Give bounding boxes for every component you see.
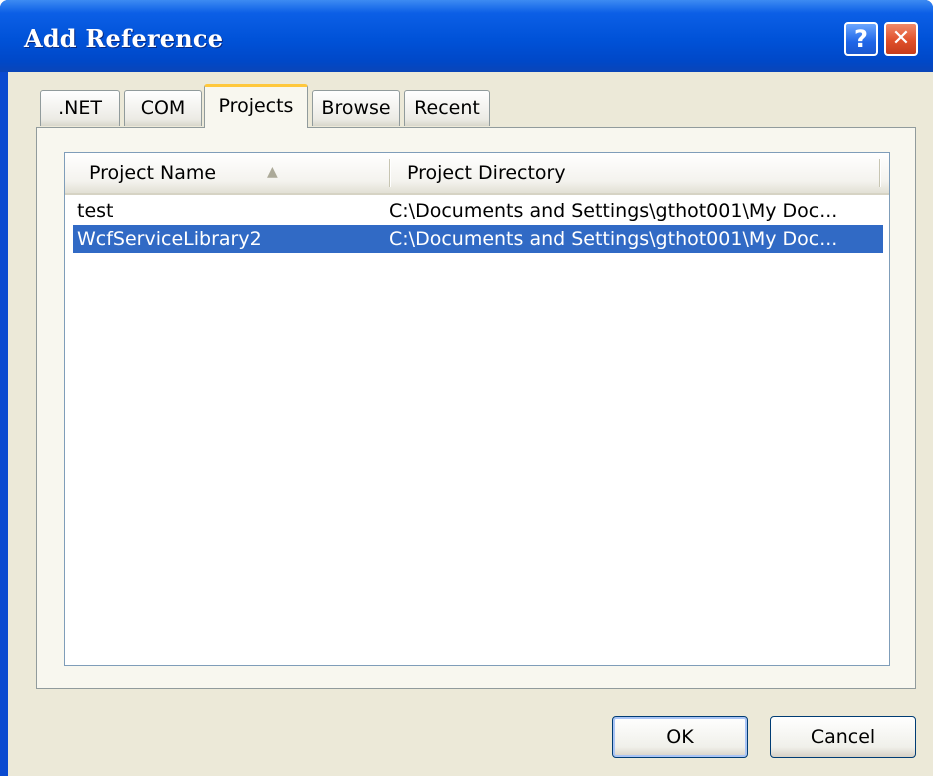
project-directory-cell: C:\Documents and Settings\gthot001\My Do… (389, 228, 838, 250)
tab-projects[interactable]: Projects (204, 84, 308, 128)
tab-browse[interactable]: Browse (312, 90, 400, 126)
tab-com[interactable]: COM (124, 90, 202, 126)
sort-ascending-icon: ▲ (267, 164, 278, 180)
ok-button[interactable]: OK (612, 716, 748, 758)
list-header: Project Name ▲ Project Directory (65, 153, 889, 195)
help-button[interactable]: ? (844, 22, 878, 56)
close-icon: ✕ (891, 26, 911, 51)
column-divider[interactable] (879, 159, 880, 187)
column-header-project-directory[interactable]: Project Directory (407, 153, 867, 193)
project-name-cell: WcfServiceLibrary2 (77, 228, 262, 250)
column-header-project-name[interactable]: Project Name ▲ (89, 153, 389, 193)
help-icon: ? (854, 25, 868, 53)
close-button[interactable]: ✕ (884, 22, 918, 56)
list-item-test[interactable]: test C:\Documents and Settings\gthot001\… (73, 197, 883, 225)
cancel-button[interactable]: Cancel (770, 716, 916, 758)
column-header-label: Project Name (89, 162, 217, 184)
tab-net[interactable]: .NET (40, 90, 120, 126)
tab-recent[interactable]: Recent (404, 90, 490, 126)
dialog-body: .NET COM Projects Browse Recent Project … (8, 72, 933, 776)
column-divider[interactable] (389, 159, 390, 187)
add-reference-dialog: Add Reference ? ✕ .NET COM Projects Brow… (0, 0, 933, 776)
title-bar[interactable]: Add Reference ? ✕ (0, 0, 933, 72)
project-directory-cell: C:\Documents and Settings\gthot001\My Do… (389, 200, 838, 222)
project-name-cell: test (77, 200, 114, 222)
window-title: Add Reference (24, 24, 224, 53)
list-item-wcfservicelibrary2[interactable]: WcfServiceLibrary2 C:\Documents and Sett… (73, 225, 883, 253)
column-header-label: Project Directory (407, 162, 566, 184)
projects-list[interactable]: Project Name ▲ Project Directory test C:… (64, 152, 890, 666)
